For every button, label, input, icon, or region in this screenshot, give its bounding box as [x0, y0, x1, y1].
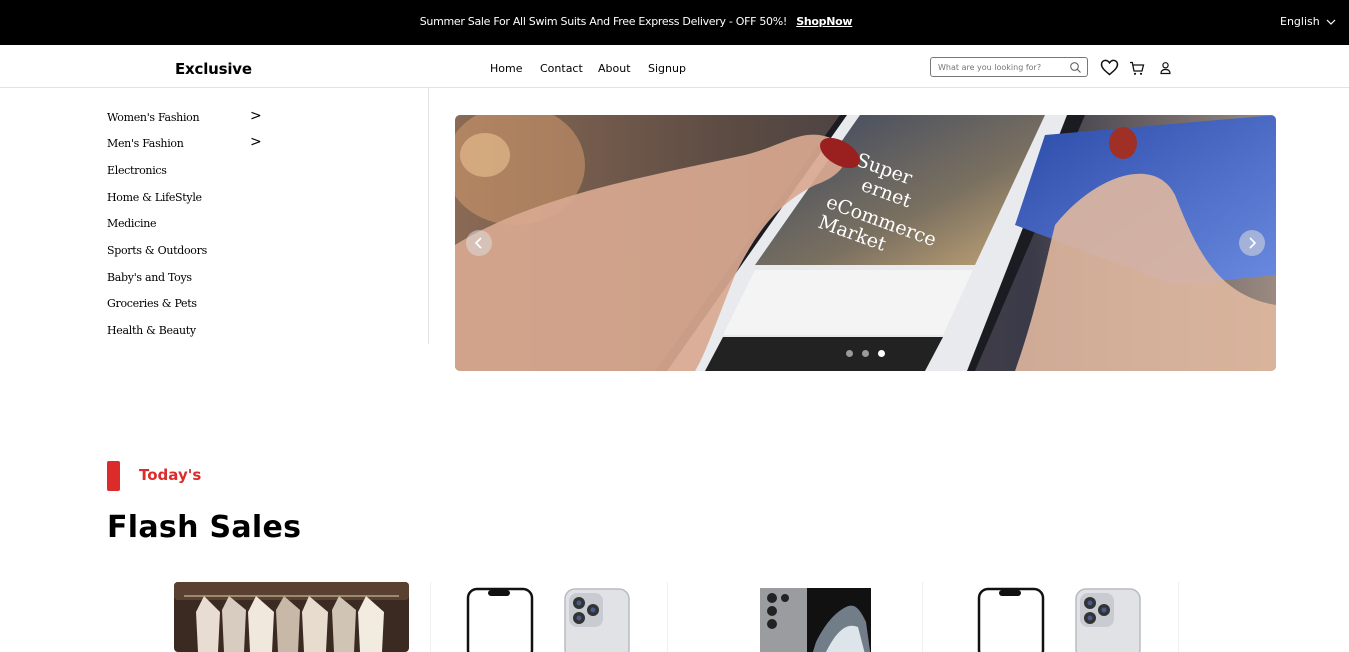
hero-banner[interactable]: Super ernet eCommerce Market	[455, 115, 1276, 371]
category-medicine[interactable]: Medicine	[107, 217, 157, 230]
nav-link-about[interactable]: About	[598, 62, 631, 75]
slider-dot-active[interactable]	[878, 350, 885, 357]
category-label: Medicine	[107, 217, 157, 230]
nav-link-contact[interactable]: Contact	[540, 62, 583, 75]
category-label: Home & LifeStyle	[107, 191, 202, 204]
category-sidebar: Women's Fashion > Men's Fashion > Electr…	[0, 88, 429, 344]
shop-now-link[interactable]: ShopNow	[796, 15, 852, 28]
chevron-right-icon[interactable]: >	[250, 134, 262, 150]
slider-dot[interactable]	[846, 350, 853, 357]
category-label: Sports & Outdoors	[107, 244, 207, 257]
section-title: Flash Sales	[107, 510, 302, 545]
language-value: English	[1280, 15, 1320, 28]
category-sports-outdoors[interactable]: Sports & Outdoors	[107, 244, 207, 257]
nav-link-home[interactable]: Home	[490, 62, 522, 75]
slider-dot[interactable]	[862, 350, 869, 357]
promo-bar: Summer Sale For All Swim Suits And Free …	[0, 0, 1349, 45]
category-label: Health & Beauty	[107, 324, 196, 337]
category-babys-toys[interactable]: Baby's and Toys	[107, 271, 192, 284]
language-select[interactable]: English	[1280, 15, 1336, 28]
logo[interactable]: Exclusive	[175, 60, 252, 78]
chevron-right-icon[interactable]: >	[250, 108, 262, 124]
slider-dots	[846, 350, 896, 358]
category-womens-fashion[interactable]: Women's Fashion	[107, 111, 200, 124]
category-label: Men's Fashion	[107, 137, 184, 150]
category-health-beauty[interactable]: Health & Beauty	[107, 324, 196, 337]
category-groceries-pets[interactable]: Groceries & Pets	[107, 297, 197, 310]
category-label: Women's Fashion	[107, 111, 200, 124]
category-label: Baby's and Toys	[107, 271, 192, 284]
banner-photo: Super ernet eCommerce Market	[455, 115, 1276, 371]
category-label: Electronics	[107, 164, 167, 177]
promo-text: Summer Sale For All Swim Suits And Free …	[419, 15, 788, 28]
slider-prev-button[interactable]	[466, 230, 492, 256]
section-label: Today's	[139, 466, 202, 484]
search-box	[930, 57, 1088, 77]
search-icon[interactable]	[1069, 61, 1082, 74]
cart-icon[interactable]	[1129, 61, 1145, 76]
slider-next-button[interactable]	[1239, 230, 1265, 256]
section-accent-bar	[107, 461, 120, 491]
user-icon[interactable]	[1159, 61, 1172, 75]
category-label: Groceries & Pets	[107, 297, 197, 310]
heart-icon[interactable]	[1100, 59, 1119, 76]
chevron-left-icon	[474, 237, 482, 249]
chevron-down-icon	[1326, 19, 1336, 25]
header-nav: Exclusive Home Contact About Signup	[0, 45, 1349, 88]
search-input[interactable]	[938, 61, 1063, 74]
category-electronics[interactable]: Electronics	[107, 164, 167, 177]
category-mens-fashion[interactable]: Men's Fashion	[107, 137, 184, 150]
chevron-right-icon	[1249, 237, 1257, 249]
promo-message: Summer Sale For All Swim Suits And Free …	[0, 15, 1272, 28]
nav-link-signup[interactable]: Signup	[648, 62, 686, 75]
category-home-lifestyle[interactable]: Home & LifeStyle	[107, 191, 202, 204]
